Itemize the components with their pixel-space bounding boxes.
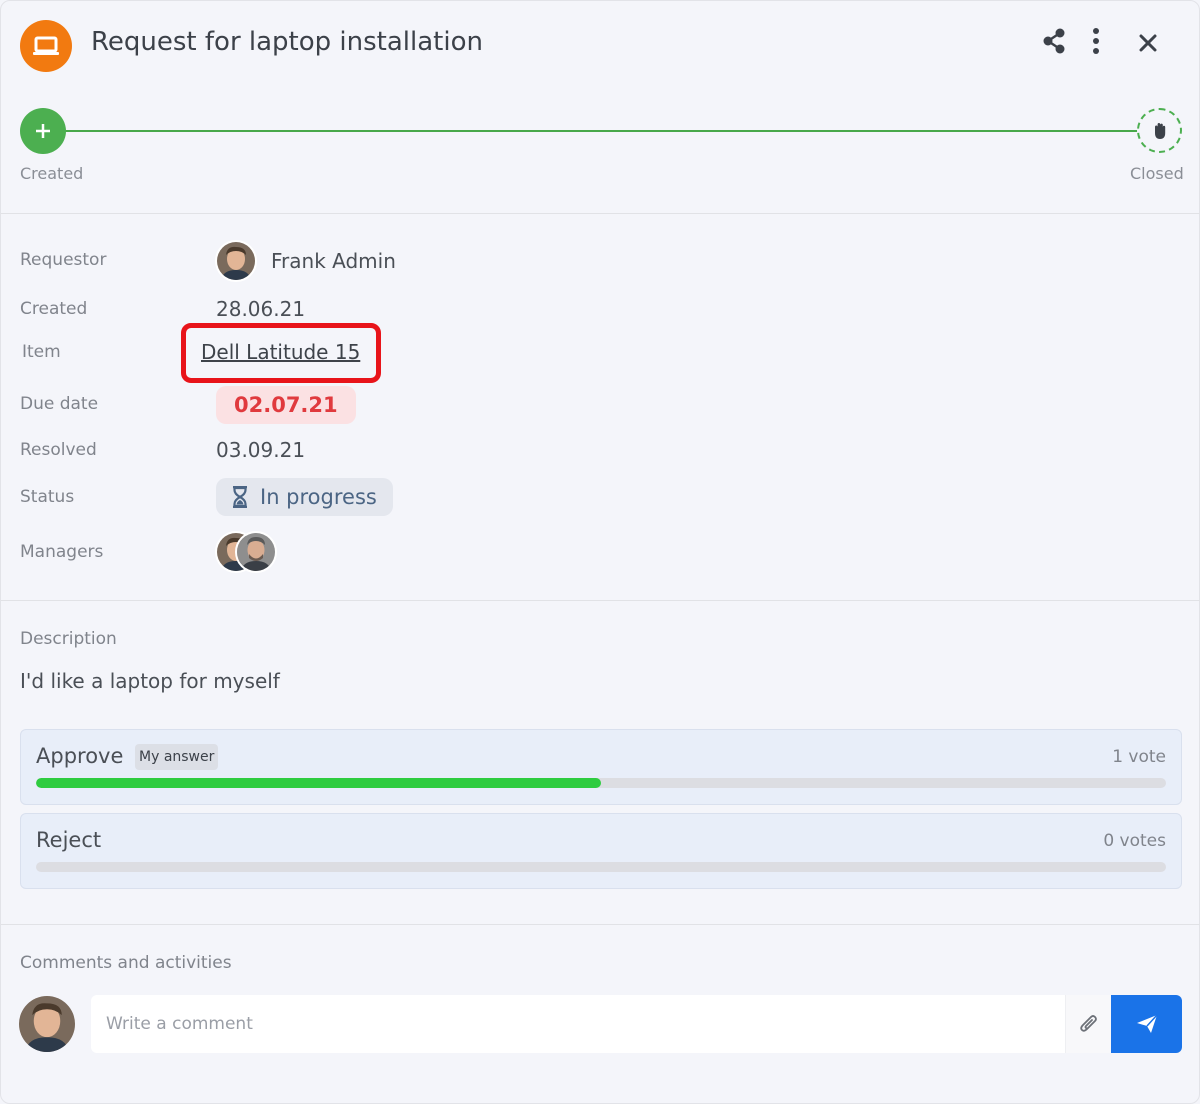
vote-count: 1 vote — [1112, 747, 1166, 767]
divider — [1, 600, 1200, 601]
page-title: Request for laptop installation — [91, 27, 483, 57]
requestor-name[interactable]: Frank Admin — [271, 249, 396, 273]
waving-hand-icon — [1154, 122, 1165, 139]
item-label: Item — [22, 342, 61, 362]
send-icon — [1136, 1014, 1158, 1033]
divider — [1, 213, 1200, 214]
timeline-track — [61, 130, 1141, 132]
vote-progress-fill — [36, 778, 601, 788]
vote-option-reject[interactable]: Reject 0 votes — [20, 813, 1182, 889]
vote-progress-bar — [36, 862, 1166, 872]
requestor-avatar[interactable] — [215, 240, 257, 282]
share-button[interactable] — [1034, 21, 1074, 61]
created-value: 28.06.21 — [216, 297, 306, 321]
hourglass-icon — [233, 486, 247, 508]
timeline-closed-step[interactable] — [1137, 108, 1182, 153]
attach-button[interactable] — [1065, 995, 1111, 1053]
current-user-avatar — [19, 996, 75, 1052]
laptop-icon — [20, 20, 72, 72]
vote-label: Reject — [36, 828, 102, 852]
send-button[interactable] — [1111, 995, 1182, 1053]
paperclip-icon — [1079, 1015, 1097, 1032]
status-badge[interactable]: In progress — [216, 478, 393, 516]
my-answer-badge: My answer — [135, 744, 219, 770]
manager-avatar[interactable] — [235, 531, 277, 573]
close-icon — [1139, 34, 1157, 52]
managers-label: Managers — [20, 542, 104, 562]
status-label: Status — [20, 487, 75, 507]
plus-icon — [36, 124, 50, 138]
divider — [1, 924, 1200, 925]
item-link[interactable]: Dell Latitude 15 — [201, 340, 360, 364]
vote-count: 0 votes — [1103, 831, 1166, 851]
vote-option-approve[interactable]: Approve My answer 1 vote — [20, 729, 1182, 805]
created-label: Created — [20, 299, 88, 319]
description-text: I'd like a laptop for myself — [20, 669, 280, 693]
resolved-label: Resolved — [20, 440, 97, 460]
comment-input[interactable] — [91, 995, 1063, 1053]
share-icon — [1043, 28, 1065, 54]
more-vertical-icon — [1093, 28, 1099, 54]
due-date-label: Due date — [20, 394, 99, 414]
due-date-badge: 02.07.21 — [216, 386, 356, 424]
comment-box — [91, 995, 1182, 1053]
vote-label: Approve — [36, 744, 124, 768]
timeline-created-step[interactable] — [20, 108, 66, 154]
comments-label: Comments and activities — [20, 953, 232, 973]
request-detail-panel: Request for laptop installation Created … — [0, 0, 1200, 1104]
description-label: Description — [20, 629, 117, 649]
timeline-created-label: Created — [20, 164, 84, 183]
resolved-value: 03.09.21 — [216, 438, 306, 462]
timeline-closed-label: Closed — [1130, 164, 1184, 183]
close-button[interactable] — [1128, 23, 1168, 63]
requestor-label: Requestor — [20, 250, 107, 270]
vote-progress-bar — [36, 778, 1166, 788]
status-text: In progress — [260, 485, 377, 509]
more-options-button[interactable] — [1076, 21, 1116, 61]
